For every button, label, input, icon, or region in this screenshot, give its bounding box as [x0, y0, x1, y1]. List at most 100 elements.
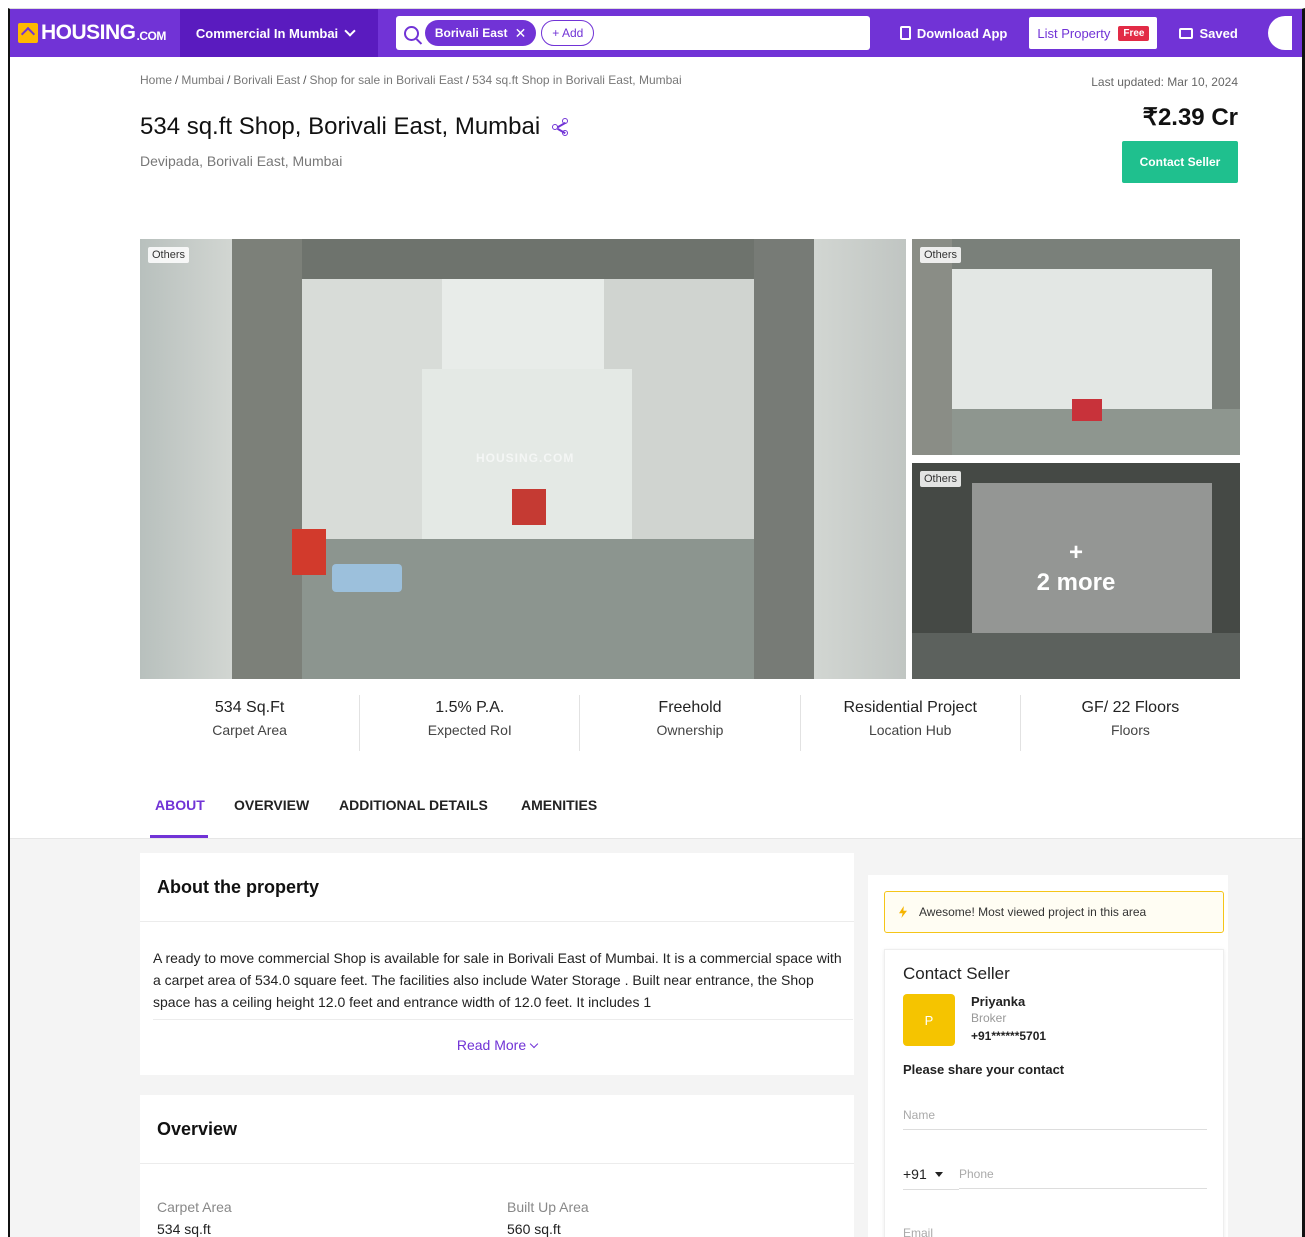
- about-description: A ready to move commercial Shop is avail…: [153, 950, 842, 1010]
- chevron-down-icon: [529, 1039, 539, 1049]
- side-photo-2[interactable]: Others + 2 more: [912, 463, 1240, 679]
- download-app-label: Download App: [916, 25, 1008, 41]
- contact-seller-form: Contact Seller P Priyanka Broker +91****…: [884, 949, 1224, 1237]
- seller-role: Broker: [971, 1011, 1007, 1025]
- overview-heading: Overview: [157, 1119, 238, 1139]
- download-app-link[interactable]: Download App: [888, 26, 1020, 41]
- share-icon[interactable]: [552, 118, 570, 136]
- logo-suffix: .COM: [136, 29, 167, 43]
- section-tabs: ABOUT OVERVIEW ADDITIONAL DETAILS AMENIT…: [10, 775, 1302, 839]
- phone-icon: [899, 26, 911, 40]
- stat-carpet-area: 534 Sq.Ft Carpet Area: [140, 695, 361, 751]
- locality-chip-label: Borivali East: [434, 26, 508, 40]
- stat-value: 534 Sq.Ft: [214, 699, 285, 716]
- country-code-value: +91: [903, 1166, 927, 1182]
- watermark: HOUSING.COM: [476, 451, 575, 465]
- search-icon: [403, 25, 419, 41]
- overview-value: 534 sq.ft: [157, 1221, 211, 1237]
- more-photos-label: 2 more: [1036, 569, 1116, 596]
- tab-about[interactable]: ABOUT: [155, 797, 205, 813]
- close-icon[interactable]: ✕: [515, 25, 527, 42]
- popularity-banner: Awesome! Most viewed project in this are…: [884, 891, 1224, 933]
- stat-location-hub: Residential Project Location Hub: [801, 695, 1021, 751]
- stat-label: Expected RoI: [427, 722, 512, 738]
- bookmark-icon: [1179, 27, 1194, 39]
- overview-label: Carpet Area: [157, 1199, 232, 1215]
- tab-additional-details[interactable]: ADDITIONAL DETAILS: [339, 797, 488, 813]
- divider: [153, 1019, 853, 1020]
- plus-icon: +: [1068, 539, 1083, 566]
- listing-title: 534 sq.ft Shop, Borivali East, Mumbai: [140, 113, 541, 140]
- page-frame: HOUSING .COM Commercial In Mumbai Boriva…: [8, 8, 1305, 1237]
- locality-chip[interactable]: Borivali East ✕: [424, 20, 537, 46]
- stat-value: 1.5% P.A.: [435, 699, 505, 716]
- breadcrumb-current: 534 sq.ft Shop in Borivali East, Mumbai: [472, 73, 682, 87]
- breadcrumb-city[interactable]: Mumbai: [181, 73, 224, 87]
- overview-value: 560 sq.ft: [507, 1221, 561, 1237]
- more-photos-overlay[interactable]: + 2 more: [912, 539, 1240, 597]
- stat-value: Residential Project: [843, 699, 977, 716]
- chevron-down-icon: [344, 25, 356, 37]
- overview-label: Built Up Area: [507, 1199, 589, 1215]
- stat-floors: GF/ 22 Floors Floors: [1021, 695, 1240, 751]
- caret-down-icon: [934, 1171, 943, 1177]
- active-tab-indicator: [150, 835, 208, 838]
- about-heading: About the property: [157, 877, 319, 897]
- contact-sidebar: Awesome! Most viewed project in this are…: [868, 875, 1228, 1237]
- overview-card: Overview Carpet Area 534 sq.ft Built Up …: [140, 1095, 854, 1237]
- about-card: About the property A ready to move comme…: [140, 853, 854, 1075]
- stat-label: Carpet Area: [212, 722, 287, 738]
- nav-actions: Download App List Property Free Saved: [888, 9, 1292, 57]
- search-bar[interactable]: Borivali East ✕ + Add: [395, 16, 870, 50]
- details-section: About the property A ready to move comme…: [10, 839, 1302, 1237]
- country-code-select[interactable]: +91: [903, 1166, 943, 1182]
- add-locality-button[interactable]: + Add: [541, 20, 595, 46]
- phone-field[interactable]: [959, 1159, 1207, 1189]
- divider: [140, 921, 854, 922]
- photo-tag: Others: [148, 247, 190, 263]
- lightning-icon: [899, 906, 907, 918]
- city-selector-dropdown[interactable]: Commercial In Mumbai: [179, 9, 378, 57]
- side-photo-1[interactable]: Others: [912, 239, 1240, 455]
- top-navbar: HOUSING .COM Commercial In Mumbai Boriva…: [10, 9, 1302, 57]
- read-more-label: Read More: [456, 1037, 527, 1053]
- logo-text: HOUSING: [41, 21, 136, 44]
- stat-value: Freehold: [658, 699, 722, 716]
- free-badge: Free: [1118, 25, 1150, 41]
- shop-interior-image: HOUSING.COM: [232, 239, 814, 679]
- email-field[interactable]: [903, 1218, 1207, 1237]
- divider: [140, 1163, 854, 1164]
- breadcrumb-home[interactable]: Home: [140, 73, 172, 87]
- breadcrumb-category[interactable]: Shop for sale in Borivali East: [309, 73, 462, 87]
- tab-overview[interactable]: OVERVIEW: [234, 797, 309, 813]
- read-more-link[interactable]: Read More: [140, 1037, 854, 1053]
- photo-tag: Others: [920, 471, 962, 487]
- stat-expected-roi: 1.5% P.A. Expected RoI: [360, 695, 581, 751]
- name-field[interactable]: [903, 1100, 1207, 1130]
- main-photo[interactable]: HOUSING.COM Others: [140, 239, 906, 679]
- breadcrumb-locality[interactable]: Borivali East: [233, 73, 300, 87]
- listing-locality: Devipada, Borivali East, Mumbai: [140, 153, 343, 169]
- breadcrumb: Home / Mumbai / Borivali East / Shop for sale …: [140, 73, 682, 87]
- list-property-label: List Property: [1037, 25, 1111, 41]
- stat-ownership: Freehold Ownership: [580, 695, 801, 751]
- stat-value: GF/ 22 Floors: [1081, 699, 1180, 716]
- key-stats: 534 Sq.Ft Carpet Area 1.5% P.A. Expected…: [140, 695, 1240, 751]
- list-property-button[interactable]: List Property Free: [1029, 17, 1158, 49]
- popularity-text: Awesome! Most viewed project in this are…: [919, 905, 1147, 919]
- home-icon: [18, 23, 38, 43]
- contact-seller-heading: Contact Seller: [903, 964, 1010, 983]
- seller-avatar: P: [903, 994, 955, 1046]
- profile-avatar[interactable]: [1267, 16, 1292, 50]
- stat-label: Location Hub: [868, 722, 952, 738]
- page-title: 534 sq.ft Shop, Borivali East, Mumbai: [140, 113, 570, 141]
- contact-seller-button[interactable]: Contact Seller: [1122, 141, 1238, 183]
- saved-link[interactable]: Saved: [1167, 26, 1249, 41]
- tab-amenities[interactable]: AMENITIES: [521, 797, 597, 813]
- share-contact-label: Please share your contact: [903, 1062, 1065, 1077]
- stat-label: Floors: [1110, 722, 1150, 738]
- last-updated: Last updated: Mar 10, 2024: [1091, 75, 1238, 89]
- listing-price: ₹2.39 Cr: [1142, 104, 1238, 131]
- housing-logo[interactable]: HOUSING .COM: [18, 21, 166, 45]
- stat-label: Ownership: [656, 722, 724, 738]
